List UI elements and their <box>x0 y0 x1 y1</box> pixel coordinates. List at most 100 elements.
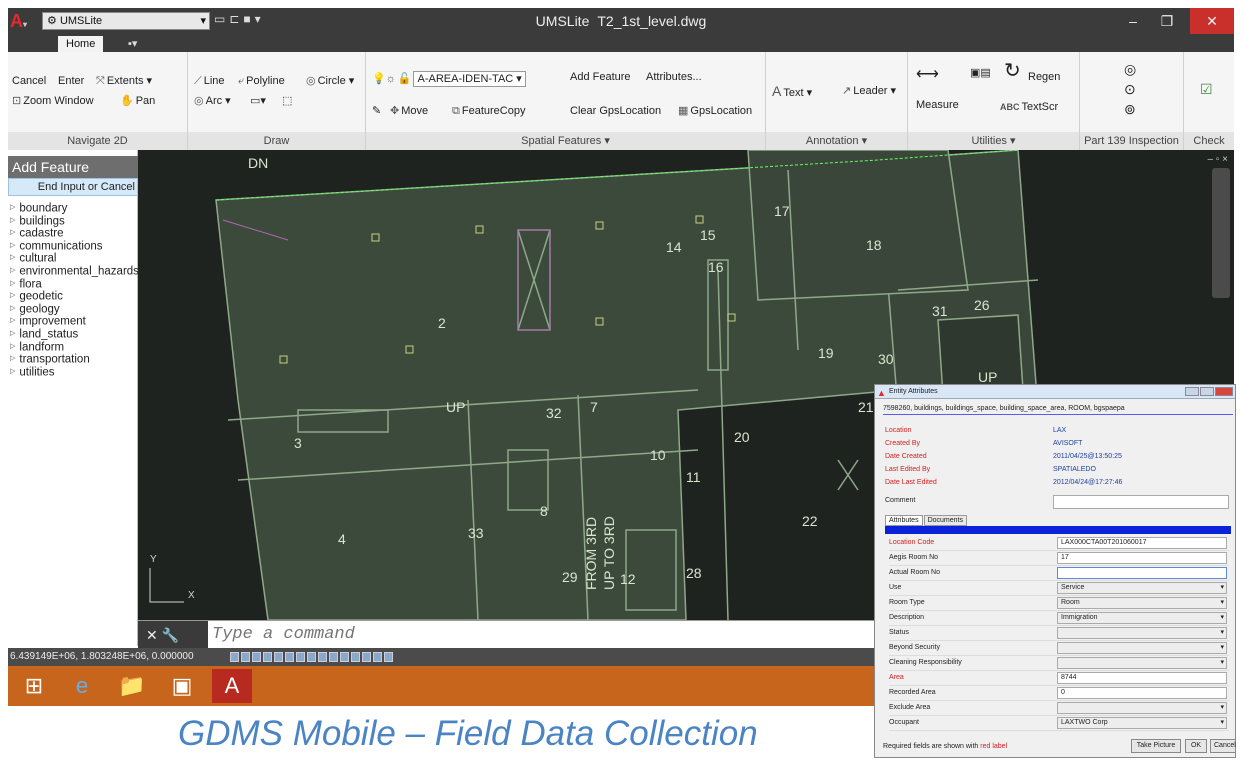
leader-button[interactable]: ↗ Leader ▾ <box>842 84 896 98</box>
tab-home[interactable]: Home <box>58 36 104 52</box>
beyond-security-select[interactable] <box>1057 642 1227 654</box>
lwt-toggle-icon[interactable] <box>318 652 327 662</box>
feature-copy-button[interactable]: ⧉ FeatureCopy <box>452 104 525 118</box>
exclude-area-select[interactable] <box>1057 702 1227 714</box>
enter-button[interactable]: Enter <box>58 74 84 88</box>
regen-button[interactable]: Regen <box>1028 70 1060 84</box>
move-button[interactable]: ✥ Move <box>390 104 428 118</box>
circle-button[interactable]: ◎ Circle ▾ <box>306 74 354 88</box>
command-line-tools[interactable]: ✕ 🔧 <box>138 621 208 649</box>
autocad-logo-icon[interactable]: A▾ <box>10 10 40 32</box>
grid-toggle-icon[interactable] <box>230 652 239 662</box>
room-type-select[interactable]: Room <box>1057 597 1227 609</box>
utility-tools-icon[interactable]: ▣▤ <box>970 66 991 80</box>
polar-toggle-icon[interactable] <box>263 652 272 662</box>
description-select[interactable]: Immigration <box>1057 612 1227 624</box>
textscr-button[interactable]: ABC TextScr <box>1000 100 1058 114</box>
zoom-window-button[interactable]: ⊡ Zoom Window <box>12 94 94 108</box>
end-input-button[interactable]: End Input or Cancel <box>8 178 138 196</box>
aegis-room-input[interactable]: 17 <box>1057 552 1227 564</box>
use-select[interactable]: Service <box>1057 582 1227 594</box>
viewport-controls[interactable]: – ▫ × <box>1207 154 1228 165</box>
tree-item-landform[interactable]: landform <box>10 341 138 354</box>
autocad-taskbar-icon[interactable]: A <box>212 669 252 703</box>
add-feature-button[interactable]: Add Feature <box>570 70 631 84</box>
tab-attributes[interactable]: Attributes <box>885 515 923 526</box>
inspection-icon-1[interactable]: ◎ <box>1124 62 1136 76</box>
layer-dropdown[interactable]: 💡☼ 🔓 A-AREA-IDEN-TAC ▾ <box>372 71 526 87</box>
windows-start-icon[interactable]: ⊞ <box>14 669 54 703</box>
panel-label-spatial[interactable]: Spatial Features ▾ <box>366 132 765 150</box>
tree-item-land-status[interactable]: land_status <box>10 328 138 341</box>
tpy-toggle-icon[interactable] <box>329 652 338 662</box>
inspection-icon-2[interactable]: ⊙ <box>1124 82 1136 96</box>
ok-button[interactable]: OK <box>1185 739 1207 753</box>
tree-item-environmental-hazards[interactable]: environmental_hazards <box>10 265 138 278</box>
tree-item-utilities[interactable]: utilities <box>10 366 138 379</box>
ortho-toggle-icon[interactable] <box>252 652 261 662</box>
dialog-minimize-button[interactable] <box>1185 387 1199 396</box>
cancel-dialog-button[interactable]: Cancel <box>1210 739 1236 753</box>
gps-location-button[interactable]: ▦ GpsLocation <box>678 104 752 118</box>
save-icon[interactable]: ■ <box>243 12 254 26</box>
location-code-input[interactable]: LAX000CTA00T201060017 <box>1057 537 1227 549</box>
tree-item-flora[interactable]: flora <box>10 278 138 291</box>
inspection-icon-3[interactable]: ⊚ <box>1124 102 1136 116</box>
open-icon[interactable]: ⊏ <box>229 12 243 26</box>
osnap-toggle-icon[interactable] <box>274 652 283 662</box>
workspace-select[interactable]: ⚙ UMSLite ▾ <box>42 12 210 30</box>
text-button[interactable]: A Text ▾ <box>772 84 812 100</box>
model-toggle-icon[interactable] <box>362 652 371 662</box>
annotation-toggle-icon[interactable] <box>373 652 382 662</box>
panel-label-annotation[interactable]: Annotation ▾ <box>766 132 907 150</box>
clear-gps-button[interactable]: Clear GpsLocation <box>570 104 661 118</box>
qp-toggle-icon[interactable] <box>340 652 349 662</box>
tree-item-geology[interactable]: geology <box>10 303 138 316</box>
recorded-area-input[interactable]: 0 <box>1057 687 1227 699</box>
tree-item-improvement[interactable]: improvement <box>10 315 138 328</box>
extents-button[interactable]: ⤧ Extents ▾ <box>96 74 152 88</box>
close-button[interactable]: ✕ <box>1190 8 1234 34</box>
command-input[interactable] <box>212 621 812 649</box>
dyn-toggle-icon[interactable] <box>307 652 316 662</box>
cancel-button[interactable]: Cancel <box>12 74 46 88</box>
tree-item-geodetic[interactable]: geodetic <box>10 290 138 303</box>
ducs-toggle-icon[interactable] <box>296 652 305 662</box>
line-button[interactable]: ⟋ Line <box>194 74 225 88</box>
tab-documents[interactable]: Documents <box>923 515 967 526</box>
measure-button[interactable]: Measure <box>916 98 959 112</box>
comment-field[interactable] <box>1053 495 1229 509</box>
dialog-maximize-button[interactable] <box>1200 387 1214 396</box>
tree-item-transportation[interactable]: transportation <box>10 353 138 366</box>
actual-room-input[interactable] <box>1057 567 1227 579</box>
panel-label-utilities[interactable]: Utilities ▾ <box>908 132 1079 150</box>
panel-toggle-icon[interactable]: ▪▾ <box>120 36 145 52</box>
take-picture-button[interactable]: Take Picture <box>1131 739 1181 753</box>
sc-toggle-icon[interactable] <box>351 652 360 662</box>
hatch-button[interactable]: ⬚ <box>282 94 292 108</box>
edit-button[interactable]: ✎ <box>372 104 381 118</box>
wrench-icon[interactable]: 🔧 <box>162 627 179 643</box>
store-icon[interactable]: ▣ <box>162 669 202 703</box>
arc-button[interactable]: ◎ Arc ▾ <box>194 94 231 108</box>
cleaning-select[interactable] <box>1057 657 1227 669</box>
check-icon[interactable]: ☑ <box>1200 82 1213 96</box>
file-explorer-icon[interactable]: 📁 <box>112 669 152 703</box>
restore-button[interactable]: ❐ <box>1150 8 1184 34</box>
minimize-button[interactable]: – <box>1116 8 1150 34</box>
dialog-close-button[interactable] <box>1215 387 1233 396</box>
tree-item-cultural[interactable]: cultural <box>10 252 138 265</box>
status-select[interactable] <box>1057 627 1227 639</box>
tree-item-buildings[interactable]: buildings <box>10 215 138 228</box>
new-icon[interactable]: ▭ <box>214 12 229 26</box>
navigation-bar[interactable] <box>1212 168 1230 298</box>
tree-item-communications[interactable]: communications <box>10 240 138 253</box>
snap-toggle-icon[interactable] <box>241 652 250 662</box>
layer-select[interactable]: A-AREA-IDEN-TAC ▾ <box>413 71 526 87</box>
area-input[interactable]: 8744 <box>1057 672 1227 684</box>
polyline-button[interactable]: ⤶ Polyline <box>238 74 285 88</box>
otrack-toggle-icon[interactable] <box>285 652 294 662</box>
close-icon[interactable]: ✕ <box>146 627 158 643</box>
quick-access-dropdown-icon[interactable]: ▾ <box>255 12 265 26</box>
attributes-button[interactable]: Attributes... <box>646 70 702 84</box>
